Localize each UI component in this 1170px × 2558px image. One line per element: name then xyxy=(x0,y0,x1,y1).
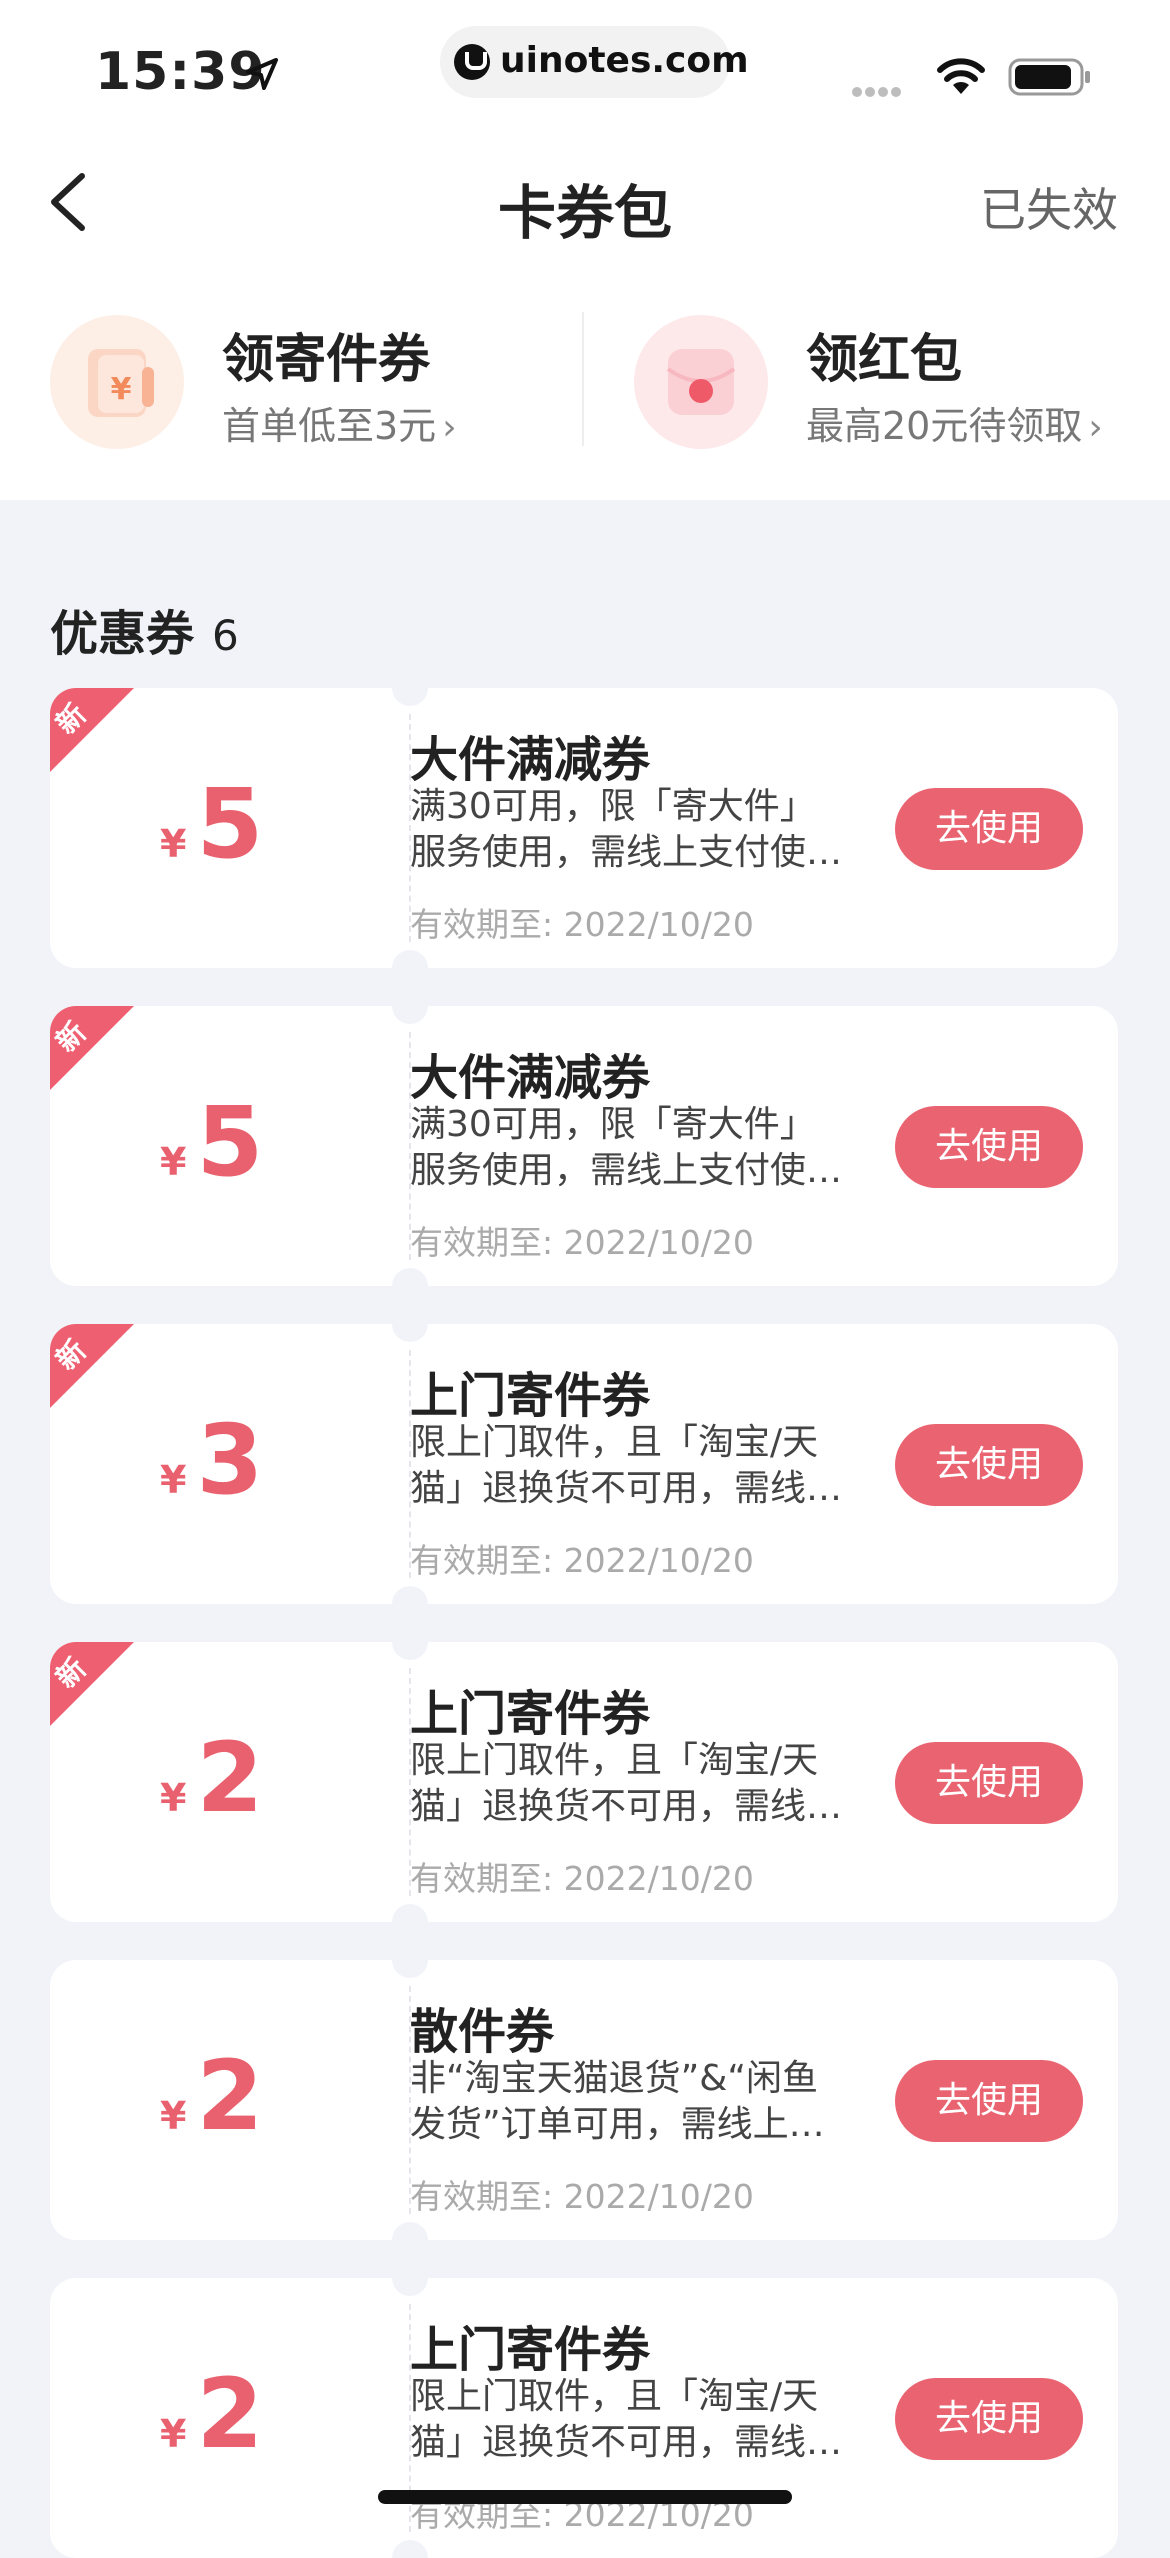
promo-subtitle: 首单低至3元 › xyxy=(222,404,457,448)
coupon-card[interactable]: 新 ¥2 上门寄件券 限上门取件，且「淘宝/天猫」退换货不可用，需线… 有效期至: 20… xyxy=(50,1642,1118,1922)
mail-coupon-icon: ¥ xyxy=(50,315,184,449)
currency-symbol: ¥ xyxy=(160,1140,187,1184)
promo-subtitle: 最高20元待领取 › xyxy=(806,404,1103,448)
coupon-amount: ¥5 xyxy=(160,1086,263,1198)
coupon-amount: ¥5 xyxy=(160,768,263,880)
ticket-notch xyxy=(392,1904,428,1922)
coupon-card[interactable]: 新¥5大件满减券满30可用，限「寄大件」服务使用，需线上支付使用…有效期至: 2… xyxy=(50,688,1118,968)
promo-divider xyxy=(582,312,584,446)
coupon-title: 大件满减券 xyxy=(410,732,651,788)
svg-text:¥: ¥ xyxy=(111,372,132,407)
cellular-signal-icon xyxy=(852,82,904,101)
use-coupon-button[interactable]: 去使用 xyxy=(895,2060,1083,2142)
coupon-amount: ¥2 xyxy=(160,2358,263,2470)
expired-link[interactable]: 已失效 xyxy=(980,174,1118,240)
ticket-notch xyxy=(392,1586,428,1604)
promo-title: 领红包 xyxy=(806,330,963,390)
amount-value: 2 xyxy=(196,1722,264,1834)
coupon-description: 非“淘宝天猫退货”&“闲鱼发货”订单可用，需线上支付 xyxy=(410,2058,825,2145)
coupon-expiry: 有效期至: 2022/10/20 xyxy=(410,905,754,944)
coupon-card[interactable]: ¥2 上门寄件券 限上门取件，且「淘宝/天猫」退换货不可用，需线… 有效期至: 202… xyxy=(50,2278,1118,2558)
coupon-expiry: 有效期至: 2022/10/20 xyxy=(410,1223,754,1262)
coupon-card[interactable]: ¥2 散件券非“淘宝天猫退货”&“闲鱼发货”订单可用，需线上支付有效期至: 202… xyxy=(50,1960,1118,2240)
ticket-notch xyxy=(392,1960,428,1978)
ticket-notch xyxy=(392,1006,428,1024)
coupon-card[interactable]: 新 ¥3 上门寄件券 限上门取件，且「淘宝/天猫」退换货不可用，需线… 有效期至: 20… xyxy=(50,1324,1118,1604)
ticket-notch xyxy=(392,2278,428,2296)
coupon-amount: ¥2 xyxy=(160,2040,263,2152)
use-coupon-button[interactable]: 去使用 xyxy=(895,1742,1083,1824)
coupon-count: 6 xyxy=(212,611,239,660)
coupon-description: 满30可用，限「寄大件」服务使用，需线上支付使用… xyxy=(410,1104,816,1191)
coupon-amount: ¥2 xyxy=(160,1722,263,1834)
coupon-title: 上门寄件券 xyxy=(410,1368,651,1424)
amount-value: 3 xyxy=(196,1404,264,1516)
amount-value: 5 xyxy=(196,768,264,880)
use-coupon-button[interactable]: 去使用 xyxy=(895,788,1083,870)
ticket-notch xyxy=(392,1324,428,1342)
battery-icon xyxy=(1008,58,1090,96)
ticket-notch xyxy=(392,2222,428,2240)
coupon-card[interactable]: 新¥5大件满减券满30可用，限「寄大件」服务使用，需线上支付使用…有效期至: 2… xyxy=(50,1006,1118,1286)
section-title: 优惠券 6 xyxy=(50,606,239,662)
ticket-notch xyxy=(392,950,428,968)
coupon-description: 限上门取件，且「淘宝/天猫」退换货不可用，需线… xyxy=(410,1740,843,1827)
coupon-title: 大件满减券 xyxy=(410,1050,651,1106)
amount-value: 2 xyxy=(196,2358,264,2470)
ticket-notch xyxy=(392,1642,428,1660)
currency-symbol: ¥ xyxy=(160,1776,187,1820)
coupon-description: 满30可用，限「寄大件」服务使用，需线上支付使用… xyxy=(410,786,816,873)
url-text: uinotes.com xyxy=(500,40,749,81)
chevron-right-icon: › xyxy=(442,407,457,448)
currency-symbol: ¥ xyxy=(160,1458,187,1502)
promo-shipping-coupon[interactable]: ¥ 领寄件券 首单低至3元 › xyxy=(50,315,570,450)
site-logo-icon xyxy=(454,44,490,80)
coupon-title: 散件券 xyxy=(410,2004,555,2060)
promo-red-envelope[interactable]: 领红包 最高20元待领取 › xyxy=(634,315,1154,450)
use-coupon-button[interactable]: 去使用 xyxy=(895,2378,1083,2460)
coupon-description: 限上门取件，且「淘宝/天猫」退换货不可用，需线… xyxy=(410,2376,843,2463)
currency-symbol: ¥ xyxy=(160,2094,187,2138)
currency-symbol: ¥ xyxy=(160,2412,187,2456)
red-envelope-icon xyxy=(634,315,768,449)
coupon-expiry: 有效期至: 2022/10/20 xyxy=(410,1541,754,1580)
url-pill[interactable]: uinotes.com xyxy=(440,26,749,98)
location-arrow-icon xyxy=(246,58,278,90)
chevron-right-icon: › xyxy=(1088,407,1103,448)
ticket-notch xyxy=(392,2540,428,2558)
coupon-expiry: 有效期至: 2022/10/20 xyxy=(410,2177,754,2216)
coupon-expiry: 有效期至: 2022/10/20 xyxy=(410,1859,754,1898)
use-coupon-button[interactable]: 去使用 xyxy=(895,1106,1083,1188)
amount-value: 2 xyxy=(196,2040,264,2152)
coupon-description: 限上门取件，且「淘宝/天猫」退换货不可用，需线… xyxy=(410,1422,843,1509)
ticket-notch xyxy=(392,688,428,706)
amount-value: 5 xyxy=(196,1086,264,1198)
use-coupon-button[interactable]: 去使用 xyxy=(895,1424,1083,1506)
ticket-notch xyxy=(392,1268,428,1286)
wifi-icon xyxy=(937,58,985,94)
currency-symbol: ¥ xyxy=(160,822,187,866)
coupon-amount: ¥3 xyxy=(160,1404,263,1516)
header-area: 15:39 uinotes.com 卡券包 已失效 ¥ 领寄件券 首单低至3元 … xyxy=(0,0,1170,500)
coupon-title: 上门寄件券 xyxy=(410,1686,651,1742)
status-time: 15:39 xyxy=(95,42,266,102)
promo-title: 领寄件券 xyxy=(222,330,431,390)
coupon-title: 上门寄件券 xyxy=(410,2322,651,2378)
home-indicator xyxy=(378,2490,792,2504)
